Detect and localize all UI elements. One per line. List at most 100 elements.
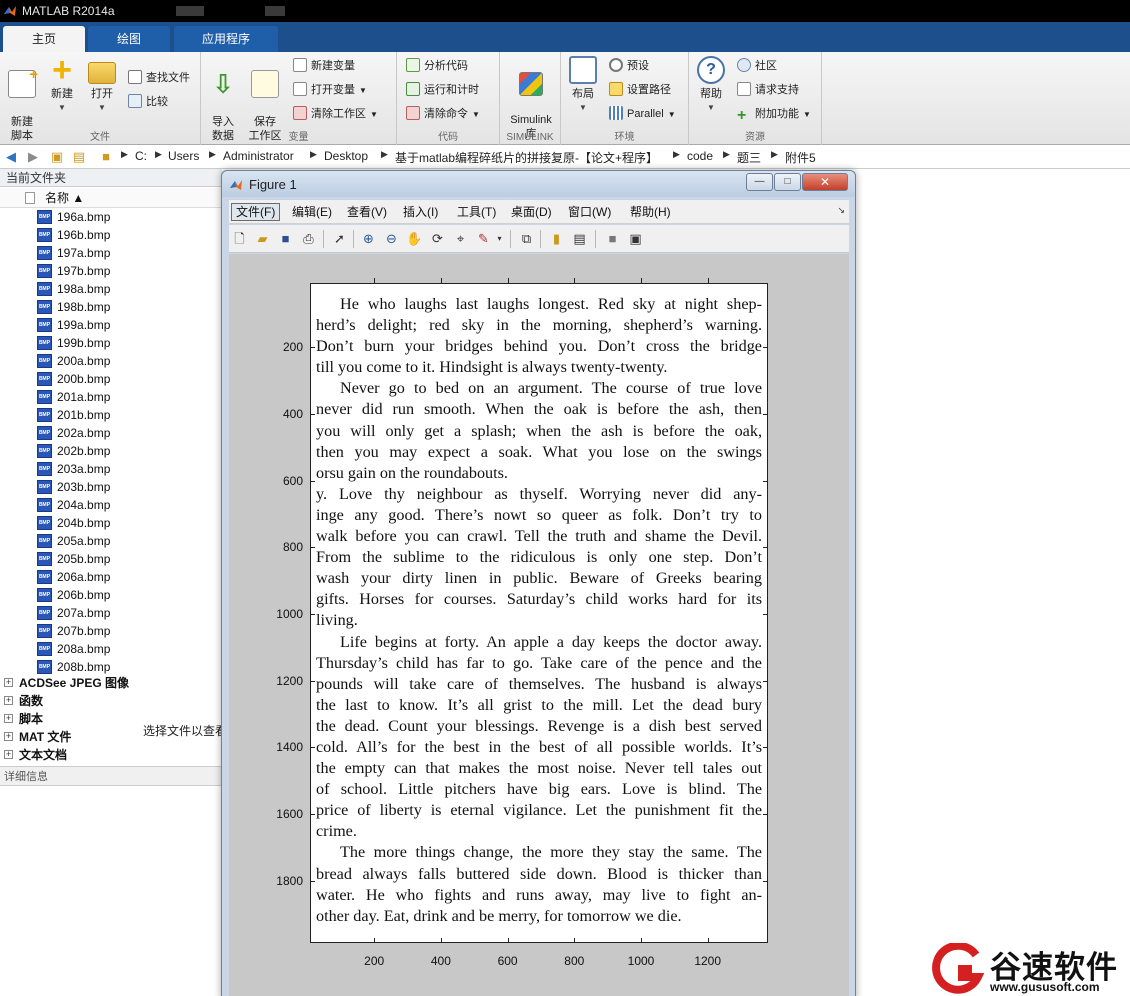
file-list-item[interactable]: BMP 205a.bmp bbox=[0, 532, 222, 550]
brush-icon[interactable]: ✎ bbox=[475, 230, 492, 247]
rotate-3d-icon[interactable]: ⟳ bbox=[429, 230, 446, 247]
show-plot-tools-icon[interactable]: ▣ bbox=[627, 230, 644, 247]
expand-plus-icon[interactable]: + bbox=[4, 678, 13, 687]
file-list-item[interactable]: BMP 197a.bmp bbox=[0, 244, 222, 262]
file-list-item[interactable]: BMP 206a.bmp bbox=[0, 568, 222, 586]
browse-folder-icon[interactable]: ▤ bbox=[71, 149, 87, 165]
expand-plus-icon[interactable]: + bbox=[4, 750, 13, 759]
minimize-button[interactable]: — bbox=[746, 173, 773, 191]
file-list-item[interactable]: BMP 203b.bmp bbox=[0, 478, 222, 496]
insert-legend-icon[interactable]: ▤ bbox=[571, 230, 588, 247]
hide-plot-tools-icon[interactable]: ■ bbox=[604, 230, 621, 247]
menu-tools[interactable]: 工具(T) bbox=[453, 203, 500, 221]
file-list-item[interactable]: BMP 201a.bmp bbox=[0, 388, 222, 406]
figure-canvas[interactable]: He who laughs last laughs longest. Red s… bbox=[229, 254, 849, 996]
back-arrow-icon[interactable]: ◀ bbox=[3, 149, 19, 165]
path-segment[interactable]: Desktop bbox=[324, 149, 368, 163]
compare-button[interactable]: 比较 bbox=[128, 92, 168, 112]
insert-colorbar-icon[interactable]: ▮ bbox=[548, 230, 565, 247]
set-path-button[interactable]: 设置路径 bbox=[609, 80, 671, 100]
open-file-icon[interactable]: ▰ bbox=[254, 230, 271, 247]
figure-title-bar[interactable]: Figure 1 — □ ✕ bbox=[222, 171, 855, 197]
new-button[interactable]: + 新建 ▼ bbox=[42, 53, 82, 115]
menu-desktop[interactable]: 桌面(D) bbox=[507, 203, 556, 221]
preferences-button[interactable]: 预设 bbox=[609, 56, 649, 76]
menu-help[interactable]: 帮助(H) bbox=[626, 203, 675, 221]
figure-window[interactable]: Figure 1 — □ ✕ 文件(F) 编辑(E) 查看(V) 插入(I) 工… bbox=[221, 170, 856, 996]
clear-workspace-button[interactable]: 清除工作区 ▼ bbox=[293, 104, 378, 124]
pan-hand-icon[interactable]: ✋ bbox=[406, 230, 423, 247]
file-category[interactable]: + 函数 bbox=[0, 692, 222, 710]
analyze-code-button[interactable]: 分析代码 bbox=[406, 56, 468, 76]
path-segment[interactable]: C: bbox=[135, 149, 147, 163]
new-figure-icon[interactable]: 🗋 bbox=[231, 230, 248, 247]
path-segment[interactable]: Administrator bbox=[223, 149, 294, 163]
file-list-item[interactable]: BMP 200b.bmp bbox=[0, 370, 222, 388]
menu-file[interactable]: 文件(F) bbox=[231, 203, 281, 221]
expand-plus-icon[interactable]: + bbox=[4, 714, 13, 723]
file-list-item[interactable]: BMP 199a.bmp bbox=[0, 316, 222, 334]
file-list-item[interactable]: BMP 207b.bmp bbox=[0, 622, 222, 640]
file-list-item[interactable]: BMP 207a.bmp bbox=[0, 604, 222, 622]
add-ons-button[interactable]: + 附加功能 ▼ bbox=[737, 104, 811, 124]
file-list-item[interactable]: BMP 204b.bmp bbox=[0, 514, 222, 532]
menu-insert[interactable]: 插入(I) bbox=[399, 203, 442, 221]
tab-plots[interactable]: 绘图 bbox=[88, 26, 170, 52]
file-list-item[interactable]: BMP 202b.bmp bbox=[0, 442, 222, 460]
file-list-item[interactable]: BMP 197b.bmp bbox=[0, 262, 222, 280]
community-button[interactable]: 社区 bbox=[737, 56, 777, 76]
edit-plot-pointer-icon[interactable]: ➚ bbox=[331, 230, 348, 247]
menu-view[interactable]: 查看(V) bbox=[343, 203, 391, 221]
tab-apps[interactable]: 应用程序 bbox=[174, 26, 278, 52]
find-files-button[interactable]: 查找文件 bbox=[128, 68, 190, 88]
file-category[interactable]: + ACDSee JPEG 图像 bbox=[0, 674, 222, 692]
name-column-header[interactable]: 名称 ▲ bbox=[0, 188, 222, 208]
file-list-item[interactable]: BMP 203a.bmp bbox=[0, 460, 222, 478]
path-segment[interactable]: code bbox=[687, 149, 713, 163]
simulink-library-button[interactable]: Simulink 库 bbox=[504, 56, 558, 141]
file-list-item[interactable]: BMP 208a.bmp bbox=[0, 640, 222, 658]
menu-edit[interactable]: 编辑(E) bbox=[288, 203, 336, 221]
file-list-item[interactable]: BMP 204a.bmp bbox=[0, 496, 222, 514]
dock-arrow-icon[interactable]: ↘ bbox=[837, 205, 845, 216]
link-plot-icon[interactable]: ⧉ bbox=[518, 230, 535, 247]
command-window-area[interactable] bbox=[855, 169, 1130, 996]
chevron-down-icon[interactable]: ▾ bbox=[491, 230, 508, 247]
file-list-item[interactable]: BMP 202a.bmp bbox=[0, 424, 222, 442]
file-list-item[interactable]: BMP 199b.bmp bbox=[0, 334, 222, 352]
file-category[interactable]: + 文本文档 bbox=[0, 746, 222, 764]
path-segment[interactable]: 附件5 bbox=[785, 149, 816, 166]
zoom-out-icon[interactable]: ⊖ bbox=[383, 230, 400, 247]
print-figure-icon[interactable]: ⎙ bbox=[300, 230, 317, 247]
parallel-button[interactable]: Parallel ▼ bbox=[609, 104, 676, 124]
file-list-item[interactable]: BMP 198b.bmp bbox=[0, 298, 222, 316]
menu-window[interactable]: 窗口(W) bbox=[564, 203, 615, 221]
path-segment[interactable]: 题三 bbox=[737, 149, 761, 166]
new-variable-button[interactable]: 新建变量 bbox=[293, 56, 355, 76]
forward-arrow-icon[interactable]: ▶ bbox=[25, 149, 41, 165]
expand-plus-icon[interactable]: + bbox=[4, 732, 13, 741]
file-list-item[interactable]: BMP 196a.bmp bbox=[0, 208, 222, 226]
file-list-item[interactable]: BMP 196b.bmp bbox=[0, 226, 222, 244]
tab-home[interactable]: 主页 bbox=[3, 26, 85, 52]
data-cursor-icon[interactable]: ⌖ bbox=[452, 230, 469, 247]
up-folder-icon[interactable]: ▣ bbox=[49, 149, 65, 165]
open-variable-button[interactable]: 打开变量 ▼ bbox=[293, 80, 367, 100]
path-segment[interactable]: 基于matlab编程碎纸片的拼接复原-【论文+程序】 bbox=[395, 149, 658, 166]
open-button[interactable]: 打开 ▼ bbox=[82, 56, 122, 115]
file-list-item[interactable]: BMP 198a.bmp bbox=[0, 280, 222, 298]
file-list-item[interactable]: BMP 201b.bmp bbox=[0, 406, 222, 424]
help-button[interactable]: ? 帮助 ▼ bbox=[691, 56, 731, 115]
path-segment[interactable]: Users bbox=[168, 149, 199, 163]
zoom-in-icon[interactable]: ⊕ bbox=[360, 230, 377, 247]
maximize-button[interactable]: □ bbox=[774, 173, 801, 191]
file-list-item[interactable]: BMP 205b.bmp bbox=[0, 550, 222, 568]
clear-commands-button[interactable]: 清除命令 ▼ bbox=[406, 104, 480, 124]
expand-plus-icon[interactable]: + bbox=[4, 696, 13, 705]
file-list-item[interactable]: BMP 200a.bmp bbox=[0, 352, 222, 370]
file-list-item[interactable]: BMP 206b.bmp bbox=[0, 586, 222, 604]
save-figure-icon[interactable]: ■ bbox=[277, 230, 294, 247]
request-support-button[interactable]: 请求支持 bbox=[737, 80, 799, 100]
run-and-time-button[interactable]: 运行和计时 bbox=[406, 80, 479, 100]
layout-button[interactable]: 布局 ▼ bbox=[563, 56, 603, 115]
